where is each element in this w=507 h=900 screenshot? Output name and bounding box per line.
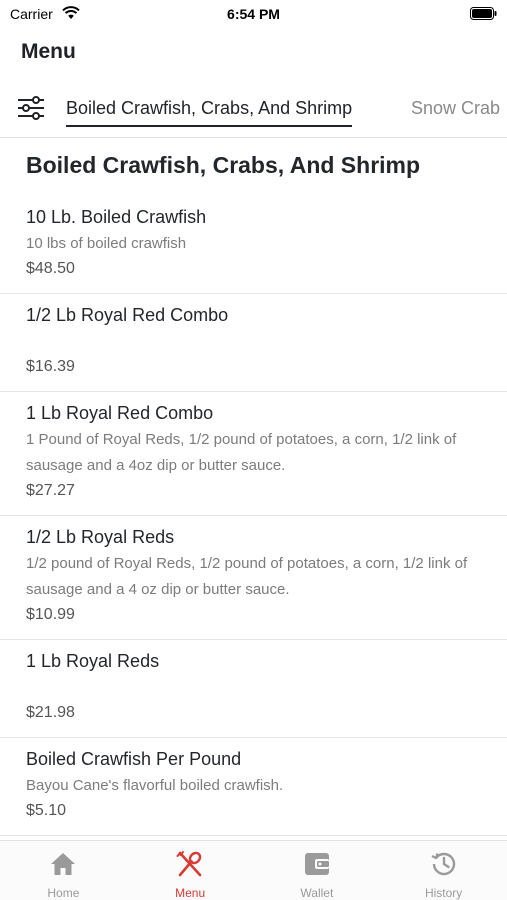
category-bar: Boiled Crawfish, Crabs, And Shrimp Snow … <box>0 88 507 138</box>
item-description: 10 lbs of boiled crawfish <box>26 235 187 252</box>
menu-item[interactable]: 10 Lb. Boiled Crawfish 10 lbs of boiled … <box>0 196 507 294</box>
menu-item[interactable]: 1 Lb Royal Red Combo 1 Pound of Royal Re… <box>0 392 507 516</box>
wallet-icon <box>304 853 329 875</box>
item-name: 1/2 Lb Royal Red Combo <box>26 305 229 325</box>
battery-icon <box>470 7 497 20</box>
tab-history-label: History <box>424 886 463 900</box>
item-price: $48.50 <box>26 260 75 277</box>
status-bar: Carrier 6:54 PM <box>0 0 507 28</box>
tab-home-label: Home <box>47 886 80 900</box>
item-price: $5.10 <box>26 802 67 819</box>
item-description: 1 Pound of Royal Reds, 1/2 pound of pota… <box>26 431 457 474</box>
history-clock-icon <box>431 852 455 876</box>
item-price: $16.39 <box>26 358 75 375</box>
section-title: Boiled Crawfish, Crabs, And Shrimp <box>26 152 421 178</box>
page-title: Menu <box>21 40 76 63</box>
category-tab-boiled[interactable]: Boiled Crawfish, Crabs, And Shrimp <box>66 98 353 127</box>
filter-sliders-icon[interactable] <box>16 94 46 122</box>
item-price: $21.98 <box>26 704 75 721</box>
menu-item[interactable]: 1/2 Lb Royal Red Combo $16.39 <box>0 294 507 392</box>
item-description: Bayou Cane's flavorful boiled crawfish. <box>26 777 284 794</box>
category-tab-snow-crab[interactable]: Snow Crab <box>411 98 500 119</box>
item-price: $27.27 <box>26 482 75 499</box>
item-description <box>26 329 481 355</box>
menu-item[interactable]: Boiled Crawfish Per Pound Bayou Cane's f… <box>0 738 507 836</box>
home-icon <box>51 853 76 875</box>
tab-bar: Home Menu Wallet History <box>0 840 507 900</box>
tab-wallet[interactable]: Wallet <box>254 841 381 900</box>
tab-home[interactable]: Home <box>0 841 127 900</box>
item-description: 1/2 pound of Royal Reds, 1/2 pound of po… <box>26 555 468 598</box>
clock: 6:54 PM <box>227 6 280 22</box>
menu-list: 10 Lb. Boiled Crawfish 10 lbs of boiled … <box>0 196 507 841</box>
item-name: 1 Lb Royal Red Combo <box>26 403 214 423</box>
tab-history[interactable]: History <box>380 841 507 900</box>
item-name: 1/2 Lb Royal Reds <box>26 527 175 547</box>
fork-spoon-icon <box>176 851 202 877</box>
item-description <box>26 675 481 701</box>
menu-item[interactable]: 1/2 Lb Royal Reds 1/2 pound of Royal Red… <box>0 516 507 640</box>
tab-menu-label: Menu <box>175 886 206 900</box>
item-name: 10 Lb. Boiled Crawfish <box>26 207 207 227</box>
item-name: 1 Lb Royal Reds <box>26 651 160 671</box>
tab-wallet-label: Wallet <box>300 886 334 900</box>
item-name: Boiled Crawfish Per Pound <box>26 749 242 769</box>
tab-menu[interactable]: Menu <box>127 841 254 900</box>
menu-item[interactable]: 1 Lb Royal Reds $21.98 <box>0 640 507 738</box>
item-price: $10.99 <box>26 606 75 623</box>
